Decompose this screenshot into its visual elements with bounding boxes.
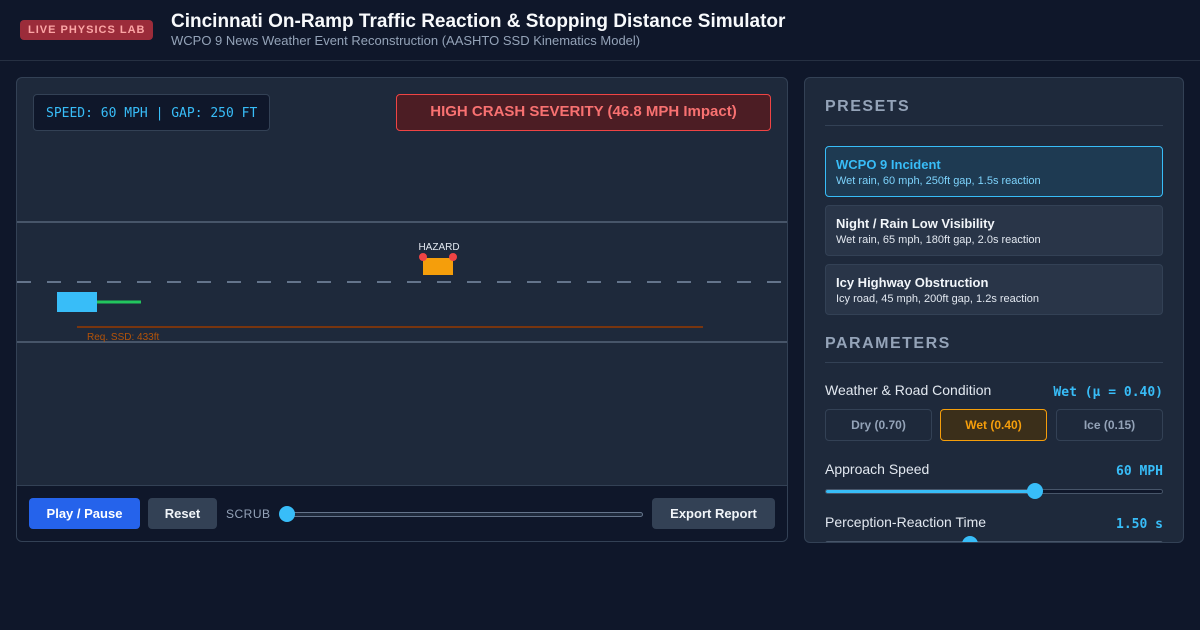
weather-label: Weather & Road Condition [825,382,992,398]
speed-label: Approach Speed [825,461,930,477]
app-title: Cincinnati On-Ramp Traffic Reaction & St… [171,11,786,32]
preset-description: Wet rain, 65 mph, 180ft gap, 2.0s reacti… [836,234,1041,246]
scrub-slider-thumb[interactable] [279,506,295,522]
speed-slider-thumb[interactable] [1026,483,1043,499]
reaction-slider-track[interactable] [825,541,1163,543]
hazard-label: HAZARD [418,242,459,253]
weather-value: Wet (μ = 0.40) [1053,385,1163,400]
reset-button[interactable]: Reset [148,498,217,529]
preset-wcpo-incident[interactable]: WCPO 9 Incident Wet rain, 60 mph, 250ft … [825,146,1163,197]
ssd-label: Req. SSD: 433ft [87,332,159,343]
preset-description: Icy road, 45 mph, 200ft gap, 1.2s reacti… [836,293,1040,305]
preset-night-rain[interactable]: Night / Rain Low Visibility Wet rain, 65… [825,205,1163,256]
crash-severity-alert: HIGH CRASH SEVERITY (46.8 MPH Impact) [396,94,771,131]
speed-slider-track[interactable] [825,489,1163,494]
parameters-heading: PARAMETERS [825,335,951,352]
preset-name: Night / Rain Low Visibility [836,216,995,231]
hazard-flasher-right [449,253,457,261]
weather-option-dry[interactable]: Dry (0.70) [825,409,932,441]
scrub-label: SCRUB [226,507,271,521]
settings-panel: PRESETS WCPO 9 Incident Wet rain, 60 mph… [804,77,1184,543]
speed-slider-fill [826,490,1035,493]
preset-icy-highway[interactable]: Icy Highway Obstruction Icy road, 45 mph… [825,264,1163,315]
preset-description: Wet rain, 60 mph, 250ft gap, 1.5s reacti… [836,175,1041,187]
reaction-slider-thumb[interactable] [962,536,979,542]
reaction-value: 1.50 s [1116,517,1163,532]
road-canvas: Req. SSD: 433ft HAZARD [17,221,787,343]
scrub-slider-track[interactable] [281,512,643,517]
presets-divider [825,125,1163,126]
parameters-divider [825,362,1163,363]
presets-heading: PRESETS [825,98,911,115]
reaction-label: Perception-Reaction Time [825,514,987,530]
app-subtitle: WCPO 9 News Weather Event Reconstruction… [171,33,641,48]
simulation-panel: Req. SSD: 433ft HAZARD SPEED: 60 MPH | G… [16,77,788,542]
hazard-flasher-left [419,253,427,261]
weather-option-ice[interactable]: Ice (0.15) [1056,409,1163,441]
speed-value: 60 MPH [1116,464,1163,479]
speed-gap-readout: SPEED: 60 MPH | GAP: 250 FT [33,94,271,131]
reaction-slider-fill [826,542,970,543]
hazard-vehicle [423,258,453,275]
export-report-button[interactable]: Export Report [652,498,775,529]
playback-controls: Play / Pause Reset SCRUB Export Report [17,485,787,541]
ego-vehicle [57,292,97,312]
preset-name: Icy Highway Obstruction [836,275,989,290]
play-pause-button[interactable]: Play / Pause [29,498,140,529]
weather-option-wet[interactable]: Wet (0.40) [940,409,1047,441]
live-badge: LIVE PHYSICS LAB [20,20,154,40]
preset-name: WCPO 9 Incident [836,157,941,172]
app-header: LIVE PHYSICS LAB Cincinnati On-Ramp Traf… [0,0,1200,61]
